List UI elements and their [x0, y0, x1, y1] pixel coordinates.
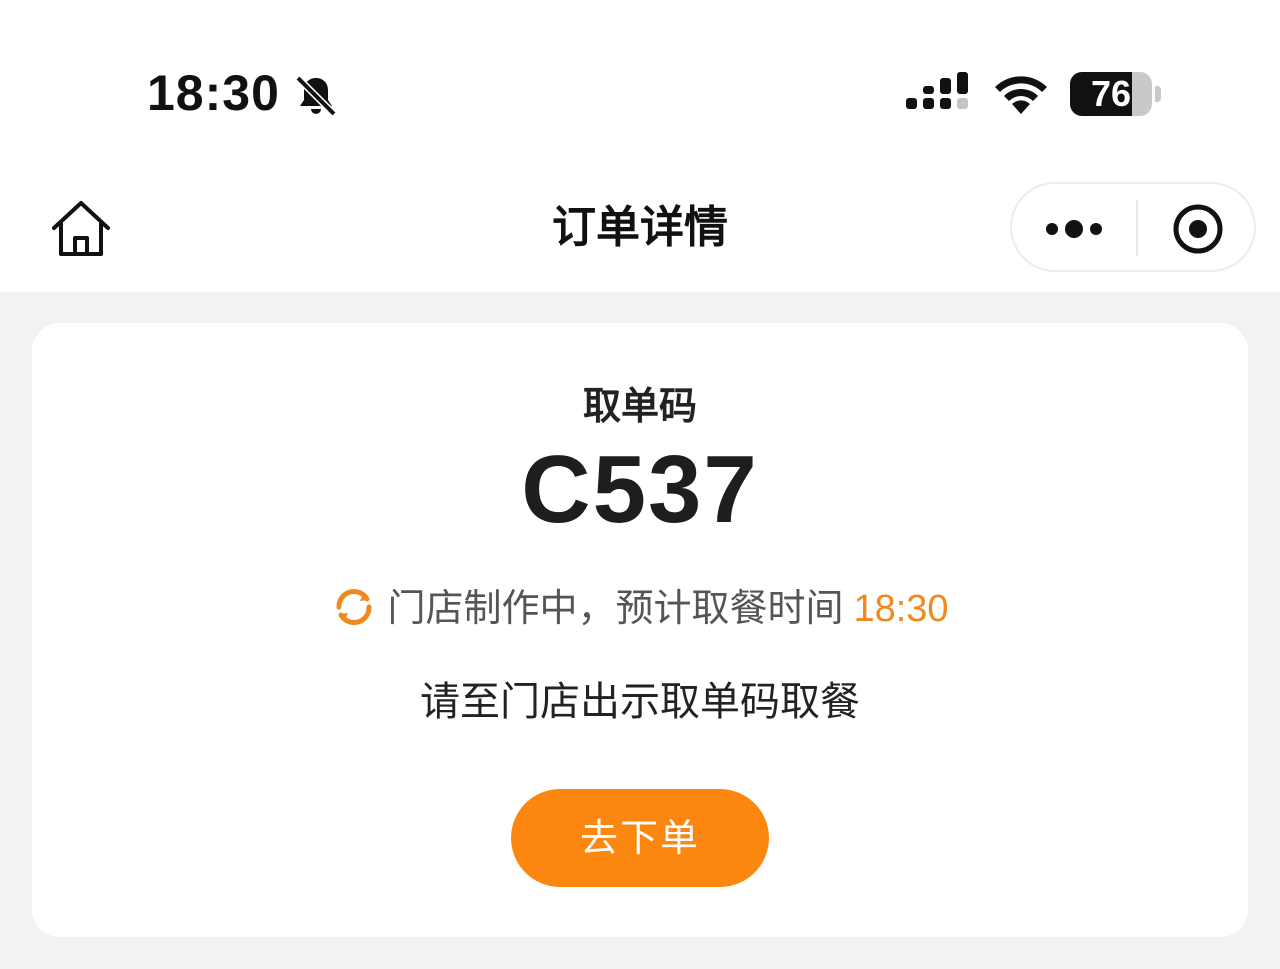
- order-card: 取单码 C537 门店制作中，预计取餐时间 18:30 请至门店出示取单码取餐 去…: [32, 323, 1248, 937]
- target-close-icon[interactable]: [1138, 184, 1256, 270]
- capsule-menu: [1010, 182, 1256, 272]
- signal-icon: [906, 72, 968, 109]
- pickup-code: C537: [521, 436, 759, 543]
- go-order-button[interactable]: 去下单: [511, 789, 769, 887]
- loading-icon: [336, 588, 372, 626]
- status-bar: 18:30 76: [0, 0, 1280, 160]
- status-time: 18:30: [147, 65, 280, 121]
- order-status-line: 门店制作中，预计取餐时间 18:30: [32, 577, 1248, 632]
- pickup-code-label: 取单码: [582, 384, 697, 428]
- order-status-text: 门店制作中，预计取餐时间: [387, 586, 844, 630]
- battery-tip: [1155, 86, 1161, 102]
- battery-level: 76: [1090, 73, 1132, 114]
- eta-time: 18:30: [853, 588, 949, 630]
- more-dots-icon[interactable]: [1012, 184, 1136, 270]
- pickup-instruction: 请至门店出示取单码取餐: [420, 679, 860, 725]
- battery-icon: 76: [1070, 72, 1152, 116]
- home-icon[interactable]: [48, 198, 114, 260]
- wifi-icon: [995, 76, 1047, 114]
- nav-bar: 订单详情: [0, 160, 1280, 292]
- bell-slash-icon: [295, 75, 337, 117]
